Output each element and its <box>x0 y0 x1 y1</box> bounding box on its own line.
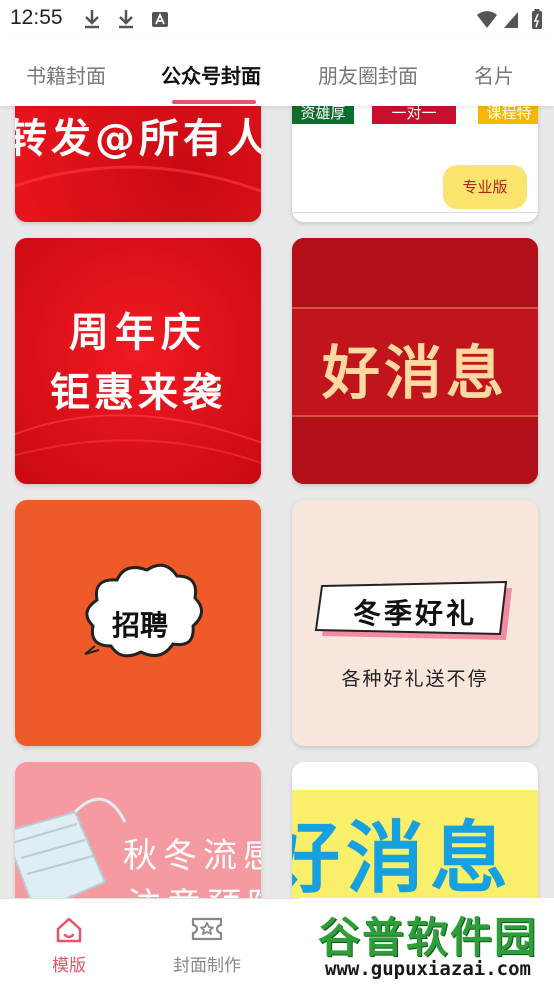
template-card-flu-season[interactable]: 秋冬流感 注意预防 <box>15 762 261 898</box>
site-watermark: 谷普软件园 www.gupuxiazai.com <box>300 898 554 984</box>
download-icon <box>119 10 133 29</box>
home-icon <box>56 917 82 943</box>
card-title: 冬季好礼 <box>352 597 477 630</box>
template-card-good-news-red[interactable]: 好消息 <box>292 238 538 484</box>
card-headline: 好消息 <box>292 814 515 898</box>
wifi-icon <box>477 11 497 28</box>
template-card-winter-gift[interactable]: 冬季好礼 各种好礼送不停 <box>292 500 538 746</box>
keyboard-a-icon <box>152 12 168 27</box>
card-headline-line2: 钜惠来袭 <box>50 370 226 416</box>
card-headline: 转发@所有人 <box>15 116 261 162</box>
card-tag: 课程特 <box>478 106 538 124</box>
template-card-good-news-yellow[interactable]: 好消息 <box>292 762 538 898</box>
cover-make-icon <box>191 917 223 941</box>
download-icon <box>85 10 99 29</box>
card-headline: 招聘 <box>111 609 168 642</box>
template-card-forward-all[interactable]: 转发@所有人 <box>15 106 261 222</box>
card-headline: 好消息 <box>321 339 508 407</box>
category-tab-bar: 书籍封面 公众号封面 朋友圈封面 名片 <box>0 38 554 106</box>
divider <box>292 212 538 213</box>
nav-item-templates[interactable]: 模版 <box>14 899 124 985</box>
nav-item-cover-make[interactable]: 封面制作 <box>152 899 262 985</box>
signal-icon <box>504 12 518 28</box>
card-headline-line2: 注意预防 <box>127 878 261 898</box>
card-tag: 资雄厚 <box>292 106 354 124</box>
tab-book-cover[interactable]: 书籍封面 <box>26 60 106 89</box>
watermark-url: www.gupuxiazai.com <box>325 958 531 980</box>
watermark-title: 谷普软件园 <box>317 913 538 962</box>
template-card-recruit[interactable]: 招聘 <box>15 500 261 746</box>
status-time: 12:55 <box>10 6 63 29</box>
card-tag: 一对一 <box>372 106 456 124</box>
nav-label-cover-make: 封面制作 <box>173 956 241 976</box>
card-headline-line1: 周年庆 <box>69 310 207 356</box>
tab-business-card[interactable]: 名片 <box>474 60 514 89</box>
card-headline-line1: 秋冬流感 <box>123 836 261 876</box>
template-grid: 转发@所有人 资雄厚 一对一 课程特 专业版 周年庆 钜惠来袭 好消息 招聘 冬… <box>0 106 554 898</box>
template-card-course-pro[interactable]: 资雄厚 一对一 课程特 专业版 <box>292 106 538 222</box>
template-card-anniversary[interactable]: 周年庆 钜惠来袭 <box>15 238 261 484</box>
battery-icon <box>532 9 542 29</box>
active-tab-indicator <box>172 100 256 104</box>
pro-version-badge[interactable]: 专业版 <box>443 165 527 209</box>
tab-official-account-cover[interactable]: 公众号封面 <box>161 60 261 89</box>
status-bar: 12:55 <box>0 0 554 38</box>
tab-moments-cover[interactable]: 朋友圈封面 <box>318 60 418 89</box>
nav-label-templates: 模版 <box>52 956 86 976</box>
card-subtitle: 各种好礼送不停 <box>341 668 489 690</box>
